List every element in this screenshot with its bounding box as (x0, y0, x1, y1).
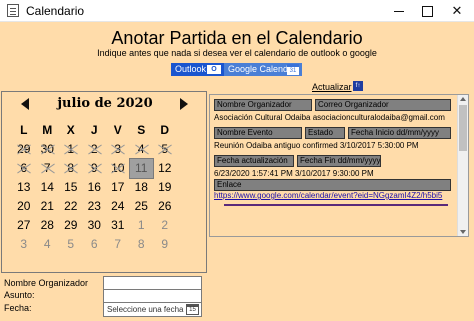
scroll-thumb[interactable] (459, 105, 467, 151)
calendar-day[interactable]: 31 (106, 216, 130, 235)
weekday-header: V (113, 123, 122, 137)
start-date-header: Fecha Inicio dd/mm/yyyy (348, 127, 451, 139)
calendar-day[interactable]: 15 (59, 178, 83, 197)
close-button[interactable]: ✕ (442, 0, 472, 22)
calendar-day[interactable]: 16 (83, 178, 107, 197)
organizer-name-header: Nombre Organizador (214, 99, 312, 111)
calendar-day[interactable]: 26 (153, 197, 177, 216)
calendar-day[interactable]: 29 (59, 216, 83, 235)
client-area: Anotar Partida en el Calendario Indique … (0, 22, 474, 321)
link-header: Enlace (214, 179, 451, 191)
calendar-day[interactable]: 2 (83, 140, 107, 159)
calendar-day[interactable]: 10 (106, 159, 130, 178)
update-date-header: Fecha actualización (214, 155, 294, 167)
calendar-day[interactable]: 9 (83, 159, 107, 178)
calendar-day[interactable]: 3 (12, 235, 36, 254)
actualizar-link[interactable]: Actualizar (312, 82, 352, 92)
subject-field-label: Asunto: (4, 290, 35, 300)
event-value: Reunión Odaiba antiguo confirmed 3/10/20… (214, 141, 419, 150)
calendar-day[interactable]: 29 (12, 140, 36, 159)
calendar-day[interactable]: 22 (59, 197, 83, 216)
calendar-day[interactable]: 30 (36, 140, 60, 159)
weekday-header: J (90, 123, 98, 137)
calendar-day[interactable]: 2 (153, 216, 177, 235)
maximize-button[interactable] (412, 0, 442, 22)
calendar-day[interactable]: 8 (130, 235, 154, 254)
calendar-grid: L M X J V S D 29 30 1 2 3 4 5 6 7 8 9 10 11 12 13 14 15 16 17 18 19… (12, 121, 200, 254)
google-calendar-button[interactable]: Google Calendar 31 (224, 63, 302, 76)
date-picker[interactable]: Seleccione una fecha 15 (103, 302, 202, 317)
event-link[interactable]: https://www.google.com/calendar/event?ei… (214, 191, 442, 200)
outlook-button[interactable]: Outlook O (171, 63, 224, 76)
calendar-day[interactable]: 8 (59, 159, 83, 178)
separator (224, 204, 448, 206)
calendar-day[interactable]: 27 (12, 216, 36, 235)
calendar-day-today[interactable]: 11 (128, 158, 154, 179)
calendar-day[interactable]: 21 (36, 197, 60, 216)
calendar-day[interactable]: 6 (83, 235, 107, 254)
subject-input[interactable] (103, 289, 202, 303)
calendar-day[interactable]: 6 (12, 159, 36, 178)
calendar-day[interactable]: 7 (36, 159, 60, 178)
window-title: Calendario (26, 4, 85, 18)
calendar-day[interactable]: 20 (12, 197, 36, 216)
calendar-day[interactable]: 5 (153, 140, 177, 159)
calendar-day[interactable]: 12 (153, 159, 177, 178)
weekday-header: X (66, 123, 75, 137)
calendar-month-label[interactable]: julio de 2020 (32, 96, 178, 111)
organizer-field-label: Nombre Organizador (4, 278, 89, 288)
outlook-icon: O (207, 65, 221, 74)
calendar-day[interactable]: 18 (130, 178, 154, 197)
app-icon (7, 4, 19, 17)
scroll-up-icon[interactable] (460, 97, 466, 101)
event-form: Nombre Organizador Asunto: Fecha: Selecc… (0, 273, 474, 321)
calendar-day[interactable]: 17 (106, 178, 130, 197)
event-name-header: Nombre Evento (214, 127, 302, 139)
calendar-day[interactable]: 30 (83, 216, 107, 235)
weekday-header: L (20, 123, 28, 137)
page-title: Anotar Partida en el Calendario (111, 28, 363, 48)
calendar-day[interactable]: 19 (153, 178, 177, 197)
calendar-day[interactable]: 1 (59, 140, 83, 159)
refresh-icon[interactable]: f↑ (353, 81, 363, 91)
vertical-scrollbar[interactable] (457, 95, 468, 236)
title-bar: Calendario ✕ (0, 0, 474, 22)
calendar-day[interactable]: 9 (153, 235, 177, 254)
organizer-value: Asociación Cultural Odaiba asociacioncul… (214, 113, 445, 122)
calendar-day[interactable]: 4 (36, 235, 60, 254)
event-details-panel: Nombre Organizador Correo Organizador As… (209, 94, 469, 237)
calendar-day[interactable]: 5 (59, 235, 83, 254)
minimize-button[interactable] (384, 0, 414, 22)
calendar-day[interactable]: 14 (36, 178, 60, 197)
previous-month-icon[interactable] (21, 98, 29, 110)
calendar-day[interactable]: 23 (83, 197, 107, 216)
scroll-down-icon[interactable] (460, 230, 466, 234)
calendar-day[interactable]: 13 (12, 178, 36, 197)
weekday-header: S (137, 123, 146, 137)
organizer-email-header: Correo Organizador (315, 99, 451, 111)
status-header: Estado (305, 127, 345, 139)
calendar-icon[interactable]: 15 (186, 304, 199, 315)
page-subtitle: Indique antes que nada si desea ver el c… (97, 48, 377, 58)
weekday-header: M (42, 123, 53, 137)
google-calendar-label: Google Calendar (228, 64, 297, 74)
calendar-day[interactable]: 24 (106, 197, 130, 216)
date-field-label: Fecha: (4, 303, 32, 313)
calendar-day[interactable]: 3 (106, 140, 130, 159)
calendar-day[interactable]: 4 (130, 140, 154, 159)
calendar-widget: julio de 2020 L M X J V S D 29 30 1 2 3 4 5 6 7 8 9 10 11 12… (1, 91, 207, 273)
calendar-day[interactable]: 1 (130, 216, 154, 235)
end-date-header: Fecha Fin dd/mm/yyyy (297, 155, 381, 167)
google-calendar-icon: 31 (287, 64, 299, 75)
next-month-icon[interactable] (180, 98, 188, 110)
organizer-input[interactable] (103, 276, 202, 290)
weekday-header: D (160, 123, 170, 137)
calendar-day[interactable]: 28 (36, 216, 60, 235)
date-placeholder: Seleccione una fecha (107, 305, 184, 314)
outlook-label: Outlook (175, 64, 207, 74)
calendar-day[interactable]: 7 (106, 235, 130, 254)
dates-value: 6/23/2020 1:57:41 PM 3/10/2017 9:30:00 P… (214, 169, 374, 178)
calendar-day[interactable]: 25 (130, 197, 154, 216)
